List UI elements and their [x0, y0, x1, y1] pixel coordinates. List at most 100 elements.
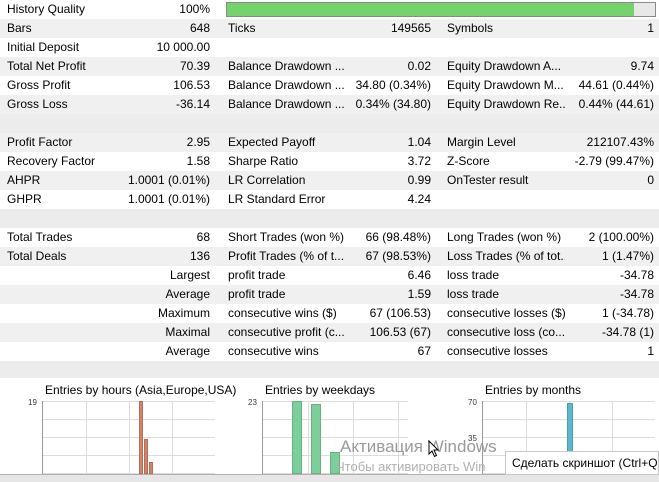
metric-value: 1.0001 (0.01%) [127, 173, 210, 187]
metric-label: Balance Drawdown ... [228, 78, 345, 92]
metric-label: Profit Trades (% of t... [228, 249, 345, 263]
chart-bar [311, 404, 321, 474]
row-group-label: Average [165, 287, 210, 301]
metric-label: consecutive wins [228, 344, 319, 358]
section-separator [0, 114, 659, 133]
metric-value: 67 [417, 344, 431, 358]
metric-value: 9.74 [630, 59, 654, 73]
report-row: Total Trades 68 Short Trades (won %) 66 (98… [0, 228, 659, 247]
metric-label: Balance Drawdown ... [228, 59, 345, 73]
report-row: AHPR 1.0001 (0.01%) LR Correlation 0.99 OnTe… [0, 171, 659, 190]
metric-value: 1.0001 (0.01%) [127, 192, 210, 206]
metric-value: 1 (1.47%) [601, 249, 654, 263]
metric-value: 67 (106.53) [369, 306, 431, 320]
chart-bar [139, 401, 143, 474]
metric-value: 4.24 [407, 192, 431, 206]
chart-gridline [263, 401, 408, 402]
chart-gridline [43, 455, 215, 456]
metric-value: 136 [189, 249, 210, 263]
windows-activation-watermark: Активация Windows [340, 437, 497, 456]
metric-label: LR Standard Error [228, 192, 326, 206]
chart-hours-ymax: 19 [28, 398, 37, 407]
report-row: Initial Deposit 10 000.00 [0, 38, 659, 57]
report-row: Gross Loss -36.14 Balance Drawdown ... 0.34… [0, 95, 659, 114]
metric-label: Sharpe Ratio [228, 154, 299, 168]
report-row: Largest profit trade 6.46 loss trade -34.78 [0, 266, 659, 285]
row-group-label: Maximal [165, 325, 210, 339]
metric-value: 1.59 [407, 287, 431, 301]
metric-value: 648 [189, 21, 210, 35]
row-group-label: Largest [169, 268, 210, 282]
metric-value: 0 [647, 173, 654, 187]
metric-value: 3.72 [407, 154, 431, 168]
report-row: Total Net Profit 70.39 Balance Drawdown ..… [0, 57, 659, 76]
chart-weekdays-title: Entries by weekdays [265, 383, 376, 397]
mouse-cursor-icon [428, 440, 440, 458]
report-row: Average consecutive wins 67 consecutive los… [0, 342, 659, 361]
metric-value: 1 [647, 21, 654, 35]
metric-value: 1.58 [186, 154, 210, 168]
metric-label: Balance Drawdown ... [228, 97, 345, 111]
metric-value: 1 (-34.78) [601, 306, 654, 320]
chart-gridline [483, 401, 655, 402]
report-row: Gross Profit 106.53 Balance Drawdown ... 34… [0, 76, 659, 95]
report-row: GHPR 1.0001 (0.01%) LR Standard Error 4.24 [0, 190, 659, 209]
row-group-label: Maximum [157, 306, 210, 320]
metric-label: LR Correlation [228, 173, 306, 187]
report-row: Maximum consecutive wins ($) 67 (106.53) co… [0, 304, 659, 323]
metric-label: Ticks [228, 21, 256, 35]
metric-value: -36.14 [175, 97, 210, 111]
chart-gridline [43, 419, 215, 420]
metric-label: Short Trades (won %) [228, 230, 345, 244]
metric-value: 1.04 [407, 135, 431, 149]
report-row: Recovery Factor 1.58 Sharpe Ratio 3.72 Z-Sco… [0, 152, 659, 171]
metric-value [540, 190, 654, 209]
metric-value: 70.39 [179, 59, 210, 73]
report-row: Bars 648 Ticks 149565 Symbols 1 [0, 19, 659, 38]
metric-value: 68 [196, 230, 210, 244]
metric-value: 67 (98.53%) [365, 249, 431, 263]
metric-value [540, 38, 654, 57]
chart-hours-plot [42, 401, 215, 474]
metric-value: -34.78 [619, 287, 654, 301]
metric-label: profit trade [228, 268, 286, 282]
metric-value: 34.80 (0.34%) [355, 78, 431, 92]
report-row: Total Deals 136 Profit Trades (% of t... 67… [0, 247, 659, 266]
metric-value: 106.53 (67) [369, 325, 431, 339]
metric-value: 66 (98.48%) [365, 230, 431, 244]
metric-value: 44.61 (0.44%) [578, 78, 654, 92]
metric-value: 106.53 [173, 78, 210, 92]
chart-months-title: Entries by months [485, 383, 582, 397]
chart-gridline [43, 437, 215, 438]
metric-value: 10 000.00 [156, 40, 210, 54]
metric-value: 1 [647, 344, 654, 358]
report-row: Profit Factor 2.95 Expected Payoff 1.04 Marg… [0, 133, 659, 152]
metric-value: 149565 [390, 21, 431, 35]
chart-weekdays-ymax: 23 [248, 398, 257, 407]
history-quality-row: History Quality 100% [0, 0, 659, 19]
metric-value: 0.99 [407, 173, 431, 187]
history-quality-bar [226, 2, 656, 17]
metric-value: 6.46 [407, 268, 431, 282]
windows-activation-watermark-subtext: Чтобы активировать Win [336, 459, 486, 474]
metric-value: 0.44% (44.61) [578, 97, 654, 111]
metric-value: 2.95 [186, 135, 210, 149]
chart-months-ymax: 70 [468, 398, 477, 407]
chart-bar [292, 401, 302, 474]
report-row: Maximal consecutive profit (c... 106.53 (6… [0, 323, 659, 342]
chart-hours-title: Entries by hours (Asia,Europe,USA) [45, 383, 237, 397]
section-separator [0, 209, 659, 228]
chart-bar [149, 462, 153, 474]
metric-value: -2.79 (99.47%) [574, 154, 654, 168]
metric-value [330, 38, 431, 57]
metric-label: consecutive wins ($) [228, 306, 337, 320]
history-quality-value: 100% [179, 2, 210, 16]
metric-label [228, 38, 346, 57]
screenshot-tooltip: Сделать скриншот (Ctrl+Q) [505, 451, 659, 475]
chart-gridline [263, 419, 408, 420]
metric-value: 212107.43% [586, 135, 654, 149]
chart-bar [144, 439, 148, 474]
metric-value: -34.78 (1) [601, 325, 654, 339]
history-quality-fill [227, 3, 634, 16]
metric-label: profit trade [228, 287, 286, 301]
